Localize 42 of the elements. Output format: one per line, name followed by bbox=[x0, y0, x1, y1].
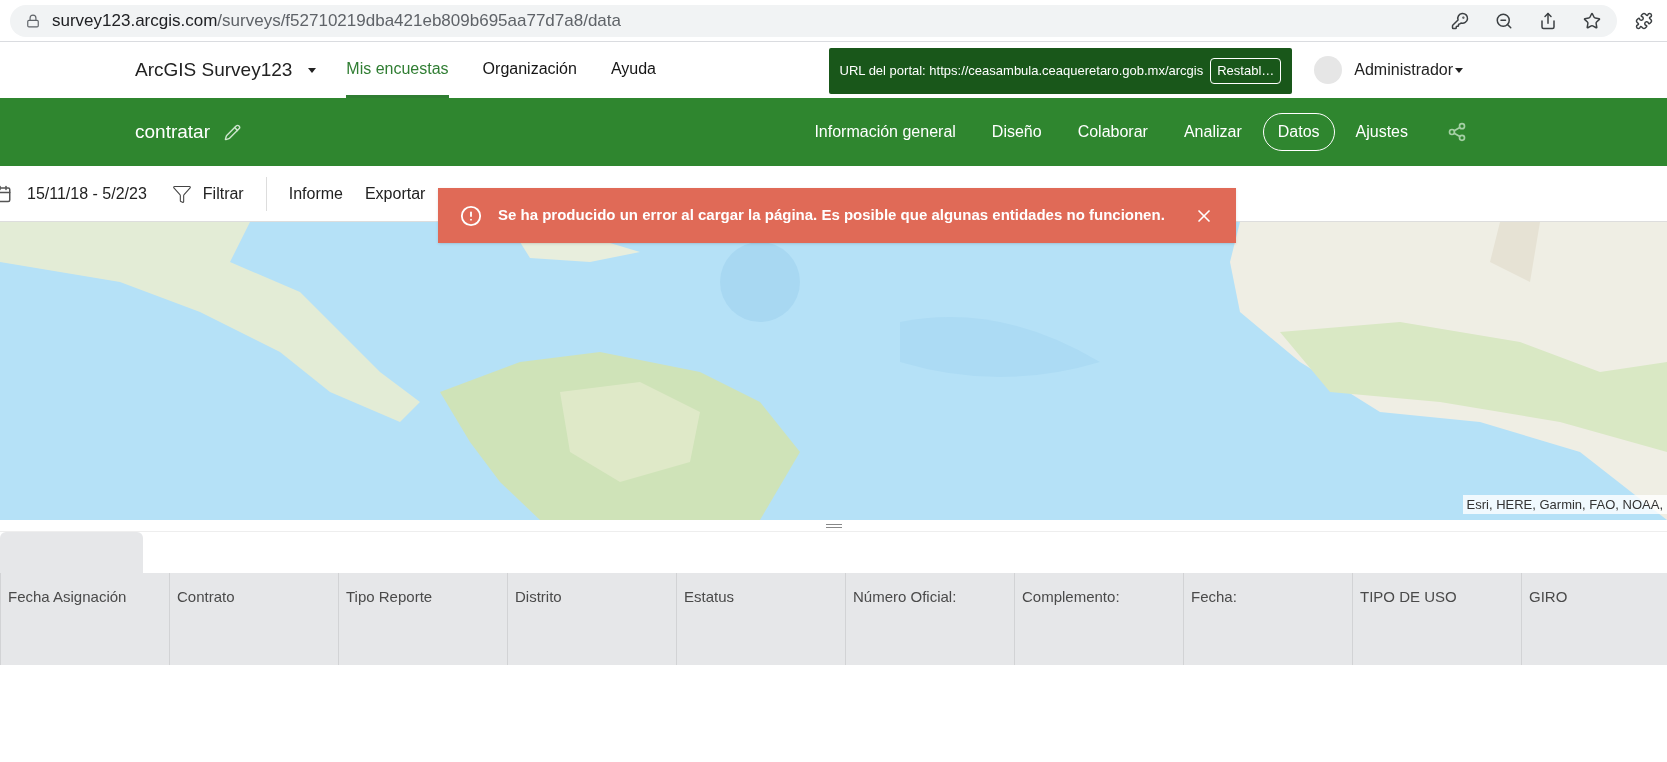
user-menu[interactable]: Administrador bbox=[1354, 58, 1453, 82]
caret-icon[interactable] bbox=[1455, 67, 1463, 73]
nav-link[interactable]: Ayuda bbox=[610, 42, 656, 98]
error-message: Se ha producido un error al cargar la página. Es posible que algunas entidades no funcionen. bbox=[498, 205, 1165, 226]
alert-icon bbox=[460, 204, 482, 227]
survey-tab[interactable]: Ajustes bbox=[1340, 113, 1423, 151]
star-icon[interactable] bbox=[1583, 11, 1601, 30]
resize-handle[interactable] bbox=[825, 523, 842, 528]
extensions-icon[interactable] bbox=[1635, 11, 1653, 30]
survey-tab[interactable]: Colaborar bbox=[1062, 113, 1163, 151]
key-icon[interactable] bbox=[1451, 11, 1469, 30]
column-header[interactable]: Número Oficial: bbox=[846, 573, 1015, 665]
column-header[interactable]: GIRO bbox=[1522, 573, 1667, 665]
reset-button[interactable]: Restabl… bbox=[1210, 58, 1282, 84]
nav-link[interactable]: Organización bbox=[482, 42, 577, 98]
survey-tab[interactable]: Diseño bbox=[976, 113, 1057, 151]
column-header[interactable]: Contrato bbox=[170, 573, 339, 665]
share-icon[interactable] bbox=[1539, 11, 1557, 30]
url-text: survey123.arcgis.com/surveys/f52710219dba421eb809b695aa77d7a8/data bbox=[52, 9, 621, 32]
toolbar-action[interactable]: Exportar bbox=[364, 181, 426, 206]
edit-icon[interactable] bbox=[224, 123, 241, 141]
toolbar-action[interactable]: Informe bbox=[288, 181, 343, 206]
portal-url: URL del portal: https://ceasambula.ceaqueretaro.gob.mx/arcgis bbox=[839, 62, 1204, 81]
column-header[interactable]: Fecha: bbox=[1184, 573, 1353, 665]
survey-tab[interactable]: Información general bbox=[799, 113, 971, 151]
column-header[interactable]: Fecha Asignación bbox=[1, 573, 170, 665]
caret-icon[interactable] bbox=[308, 67, 317, 73]
zoom-out-icon[interactable] bbox=[1495, 11, 1513, 30]
column-header[interactable]: TIPO DE USO bbox=[1353, 573, 1522, 665]
app-name[interactable]: ArcGIS Survey123 bbox=[135, 55, 293, 85]
column-header[interactable]: Tipo Reporte bbox=[339, 573, 508, 665]
lock-icon bbox=[26, 13, 40, 28]
column-header[interactable]: Complemento: bbox=[1015, 573, 1184, 665]
column-header[interactable]: Estatus bbox=[677, 573, 846, 665]
calendar-icon[interactable] bbox=[0, 184, 12, 203]
address-bar[interactable]: survey123.arcgis.com/surveys/f52710219dba421eb809b695aa77d7a8/data bbox=[10, 4, 1617, 37]
filter-button[interactable]: Filtrar bbox=[202, 181, 244, 206]
filter-icon[interactable] bbox=[171, 183, 192, 204]
column-header[interactable]: Distrito bbox=[508, 573, 677, 665]
survey-tab[interactable]: Analizar bbox=[1168, 113, 1257, 151]
survey-title: contratar bbox=[135, 119, 210, 144]
date-range[interactable]: 15/11/18 - 5/2/23 bbox=[27, 181, 147, 206]
